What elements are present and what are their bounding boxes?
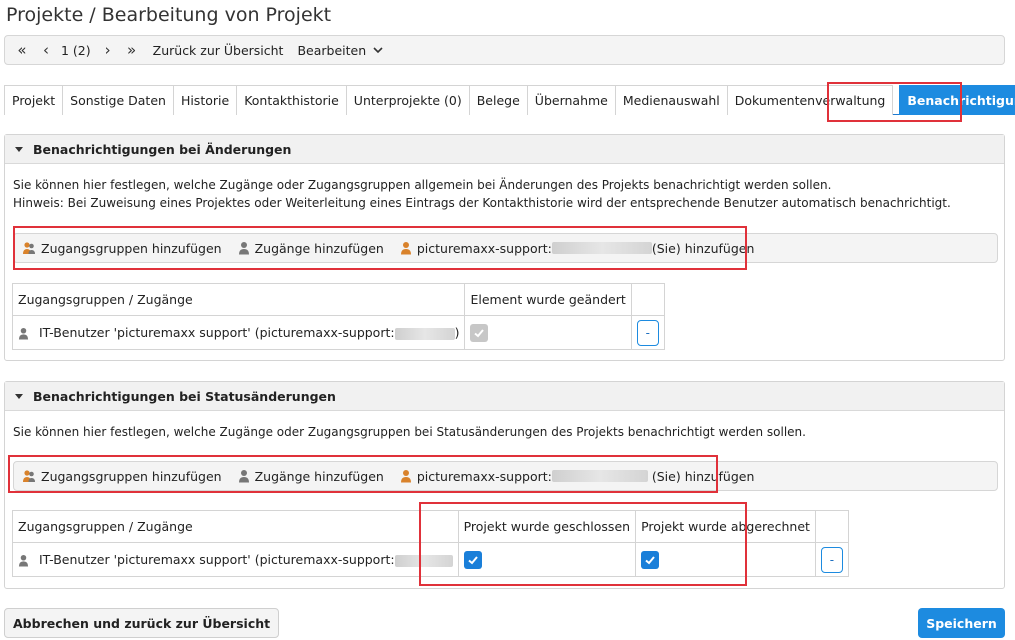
status-action-bar: Zugangsgruppen hinzufügen Zugänge hinzuf… — [13, 461, 998, 491]
row-name: IT-Benutzer 'picturemaxx support' (pictu… — [38, 325, 395, 340]
panel-status-description: Sie können hier festlegen, welche Zugäng… — [13, 425, 806, 439]
add-groups-label: Zugangsgruppen hinzufügen — [41, 468, 222, 484]
row-changed-cell — [464, 315, 632, 350]
current-user-icon — [400, 242, 411, 255]
page-title: Projekte / Bearbeitung von Projekt — [6, 4, 332, 26]
changes-action-bar: Zugangsgruppen hinzufügen Zugänge hinzuf… — [13, 233, 998, 263]
redacted-username — [394, 327, 455, 340]
tab-medienauswahl[interactable]: Medienauswahl — [614, 85, 727, 115]
tab-dokumentenverwaltung[interactable]: Dokumentenverwaltung — [726, 85, 894, 115]
table-header-row: Zugangsgruppen / Zugänge Projekt wurde g… — [12, 510, 849, 543]
col-header-billed: Projekt wurde abgerechnet — [635, 510, 816, 543]
page-indicator: 1 (2) — [61, 42, 91, 58]
hint-line: Hinweis: Bei Zuweisung eines Projektes o… — [13, 196, 951, 210]
edit-menu-label: Bearbeiten — [297, 42, 367, 58]
last-page-icon: » — [127, 41, 137, 59]
table-header-row: Zugangsgruppen / Zugänge Element wurde g… — [11, 283, 665, 316]
col-header-closed: Projekt wurde geschlossen — [457, 510, 637, 543]
redacted-username — [551, 470, 648, 482]
add-self-button[interactable]: picturemaxx-support: (Sie) hinzufügen — [400, 240, 755, 256]
edit-menu-button[interactable]: Bearbeiten — [297, 36, 384, 64]
row-name-end: ) — [454, 325, 460, 340]
col-header-actions — [630, 283, 665, 316]
row-actions-cell: - — [630, 315, 665, 350]
add-self-label-suffix: (Sie) hinzufügen — [651, 240, 755, 256]
checkmark-icon — [467, 555, 478, 564]
row-name: IT-Benutzer 'picturemaxx support' (pictu… — [38, 552, 395, 567]
add-self-button[interactable]: picturemaxx-support: (Sie) hinzufügen — [400, 468, 755, 484]
table-row: IT-Benutzer 'picturemaxx support' (pictu… — [11, 315, 665, 350]
tab-projekt[interactable]: Projekt — [4, 85, 63, 115]
current-user-icon — [400, 470, 411, 483]
chevron-down-icon — [373, 47, 383, 54]
add-users-label: Zugänge hinzufügen — [254, 240, 384, 256]
col-header-name: Zugangsgruppen / Zugänge — [12, 510, 459, 543]
row-closed-cell — [457, 542, 637, 577]
checkmark-icon — [474, 328, 485, 337]
back-to-overview-button[interactable]: Zurück zur Übersicht — [153, 36, 284, 64]
user-icon — [18, 555, 29, 567]
table-row: IT-Benutzer 'picturemaxx support' (pictu… — [12, 542, 849, 577]
prev-icon: ‹ — [43, 41, 49, 59]
cancel-and-back-button[interactable]: Abbrechen und zurück zur Übersicht — [4, 608, 280, 638]
row-billed-cell — [635, 542, 816, 577]
user-group-icon — [23, 470, 35, 482]
tab-bar: Projekt Sonstige Daten Historie Kontakth… — [4, 85, 1015, 115]
add-groups-button[interactable]: Zugangsgruppen hinzufügen — [22, 469, 222, 484]
tab-sonstige-daten[interactable]: Sonstige Daten — [62, 85, 173, 115]
first-page-button[interactable]: « — [11, 36, 33, 64]
add-self-label-prefix: picturemaxx-support: — [416, 240, 552, 256]
user-group-icon — [23, 242, 35, 254]
panel-status-title: Benachrichtigungen bei Statusänderungen — [33, 388, 336, 404]
tab-unterprojekte[interactable]: Unterprojekte (0) — [345, 85, 469, 115]
billed-checkbox[interactable] — [641, 550, 660, 569]
add-self-label-suffix: (Sie) hinzufügen — [651, 468, 755, 484]
changes-table: Zugangsgruppen / Zugänge Element wurde g… — [11, 283, 665, 350]
tab-kontakthistorie[interactable]: Kontakthistorie — [236, 85, 346, 115]
tab-belege[interactable]: Belege — [468, 85, 527, 115]
save-button[interactable]: Speichern — [918, 608, 1005, 638]
checkmark-icon — [645, 555, 655, 564]
panel-changes-header[interactable]: Benachrichtigungen bei Änderungen — [5, 135, 1004, 164]
add-self-label-prefix: picturemaxx-support: — [416, 468, 552, 484]
add-groups-button[interactable]: Zugangsgruppen hinzufügen — [22, 241, 222, 256]
col-header-name: Zugangsgruppen / Zugänge — [11, 283, 466, 316]
description-line: Sie können hier festlegen, welche Zugäng… — [13, 178, 832, 192]
add-groups-label: Zugangsgruppen hinzufügen — [41, 240, 222, 256]
status-table: Zugangsgruppen / Zugänge Projekt wurde g… — [12, 510, 849, 577]
closed-checkbox[interactable] — [463, 550, 482, 569]
collapse-caret-icon — [15, 393, 23, 399]
user-icon — [18, 328, 29, 340]
row-name-cell: IT-Benutzer 'picturemaxx support' (pictu… — [12, 542, 459, 577]
user-icon — [238, 470, 249, 483]
next-page-button[interactable]: › — [97, 36, 119, 64]
redacted-username — [551, 242, 652, 254]
first-page-icon: « — [17, 41, 27, 59]
user-icon — [238, 242, 249, 255]
add-users-button[interactable]: Zugänge hinzufügen — [238, 469, 384, 484]
panel-changes-description: Sie können hier festlegen, welche Zugäng… — [13, 176, 951, 212]
collapse-caret-icon — [15, 146, 23, 152]
prev-page-button[interactable]: ‹ — [35, 36, 57, 64]
record-toolbar: « ‹ 1 (2) › » Zurück zur Übersicht Bearb… — [4, 35, 1005, 65]
col-header-changed: Element wurde geändert — [464, 283, 632, 316]
remove-row-button[interactable]: - — [820, 546, 843, 573]
next-icon: › — [104, 41, 111, 59]
tab-benachrichtigungen[interactable]: Benachrichtigungen — [899, 85, 1015, 115]
row-name-cell: IT-Benutzer 'picturemaxx support' (pictu… — [11, 315, 466, 350]
panel-status-header[interactable]: Benachrichtigungen bei Statusänderungen — [5, 382, 1004, 411]
redacted-username — [394, 554, 453, 567]
col-header-actions — [814, 510, 849, 543]
changed-checkbox[interactable] — [470, 323, 489, 342]
last-page-button[interactable]: » — [121, 36, 143, 64]
tab-uebernahme[interactable]: Übernahme — [526, 85, 615, 115]
remove-row-button[interactable]: - — [636, 319, 659, 346]
tab-historie[interactable]: Historie — [172, 85, 237, 115]
row-actions-cell: - — [814, 542, 849, 577]
add-users-button[interactable]: Zugänge hinzufügen — [238, 241, 384, 256]
add-users-label: Zugänge hinzufügen — [254, 468, 384, 484]
panel-changes-title: Benachrichtigungen bei Änderungen — [33, 141, 292, 157]
